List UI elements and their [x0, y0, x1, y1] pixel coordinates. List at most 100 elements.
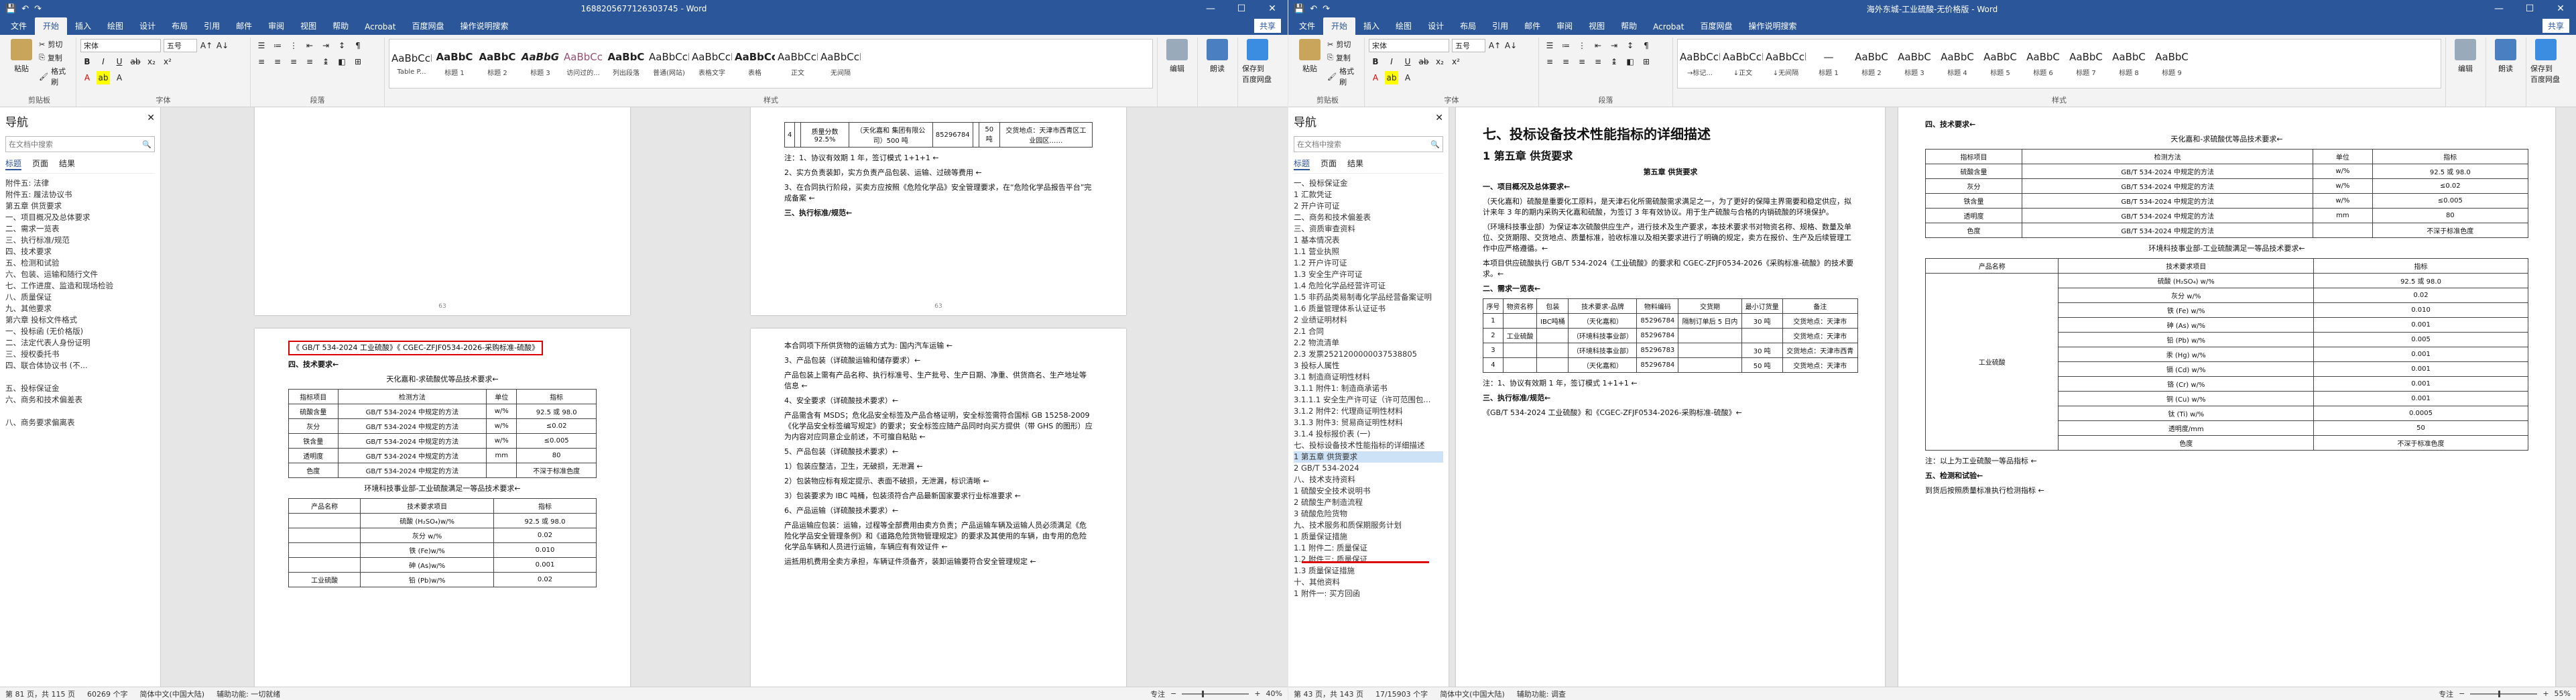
page-count[interactable]: 第 81 页，共 115 页	[5, 689, 75, 699]
multilevel-icon[interactable]: ⋮	[1575, 39, 1589, 52]
tab-layout[interactable]: 布局	[164, 17, 196, 35]
nav-item[interactable]: 3.1.4 投标报价表 (一)	[1294, 428, 1443, 440]
nav-item[interactable]: 2 GB/T 534-2024	[1294, 463, 1443, 474]
minimize-icon[interactable]: —	[1195, 0, 1226, 17]
font-size-combo[interactable]: 五号	[164, 39, 197, 52]
nav-item[interactable]: 2.1 合同	[1294, 326, 1443, 337]
grow-font-icon[interactable]: A↑	[200, 39, 213, 52]
tab-pages[interactable]: 页面	[1321, 158, 1337, 170]
nav-item[interactable]: 十、其他资料	[1294, 577, 1443, 588]
style-item[interactable]: AaBbCc 访问过的...	[562, 41, 604, 86]
grow-font-icon[interactable]: A↑	[1488, 39, 1501, 52]
tab-baidu[interactable]: 百度网盘	[404, 17, 452, 35]
strikethrough-button[interactable]: ab	[1417, 55, 1430, 68]
bullets-icon[interactable]: ☰	[255, 39, 268, 52]
highlight-button[interactable]: ab	[1385, 71, 1398, 84]
tab-headings[interactable]: 标题	[5, 158, 22, 170]
language[interactable]: 简体中文(中国大陆)	[139, 689, 204, 699]
tab-references[interactable]: 引用	[1484, 17, 1516, 35]
nav-item[interactable]: 七、工作进度、监造和现场检验	[5, 280, 155, 292]
nav-item[interactable]: 1 质量保证措施	[1294, 531, 1443, 542]
tab-design[interactable]: 设计	[131, 17, 164, 35]
tell-me-search[interactable]: 操作说明搜索	[1740, 17, 1804, 35]
nav-item[interactable]: 附件五: 履法协议书	[5, 189, 155, 200]
font-name-combo[interactable]: 宋体	[80, 39, 161, 52]
borders-icon[interactable]: ⊞	[351, 55, 365, 68]
tab-results[interactable]: 结果	[59, 158, 75, 170]
style-item[interactable]: AaBbCcl ↓无间隔	[1765, 41, 1806, 86]
nav-item[interactable]: 五、检测和试验	[5, 257, 155, 269]
copy-button[interactable]: ⎘ 复制	[39, 52, 72, 63]
italic-button[interactable]: I	[1385, 55, 1398, 68]
shading-icon[interactable]: ◧	[1623, 55, 1637, 68]
tab-pages[interactable]: 页面	[32, 158, 48, 170]
show-marks-icon[interactable]: ¶	[351, 39, 365, 52]
cut-button[interactable]: ✂ 剪切	[39, 39, 72, 50]
tab-file[interactable]: 文件	[3, 17, 35, 35]
decrease-indent-icon[interactable]: ⇤	[303, 39, 316, 52]
tab-references[interactable]: 引用	[196, 17, 228, 35]
nav-search-input[interactable]: 在文档中搜索 🔍	[5, 136, 155, 152]
increase-indent-icon[interactable]: ⇥	[319, 39, 332, 52]
tab-home[interactable]: 开始	[35, 17, 68, 35]
nav-item[interactable]: 三、资质审查资料	[1294, 223, 1443, 235]
nav-item[interactable]: 二、商务和技术偏差表	[1294, 212, 1443, 223]
style-item[interactable]: AaBbC 标题 9	[2151, 41, 2193, 86]
tab-home[interactable]: 开始	[1323, 17, 1356, 35]
italic-button[interactable]: I	[97, 55, 110, 68]
justify-icon[interactable]: ≡	[303, 55, 316, 68]
style-item[interactable]: AaBbC 列出段落	[605, 41, 647, 86]
style-item[interactable]: AaBbC 标题 3	[1894, 41, 1935, 86]
nav-item[interactable]: 五、投标保证金	[5, 383, 155, 394]
highlight-button[interactable]: ab	[97, 71, 110, 84]
nav-item[interactable]: 2.2 物流清单	[1294, 337, 1443, 349]
share-button[interactable]: 共享	[1253, 19, 1281, 33]
tab-view[interactable]: 视图	[1581, 17, 1613, 35]
nav-item[interactable]: 3.1.3 附件3: 贸易商证明性材料	[1294, 417, 1443, 428]
paste-button[interactable]: 粘贴	[1295, 39, 1325, 90]
save-icon[interactable]: 💾	[5, 4, 16, 14]
format-painter-button[interactable]: 🖌 格式刷	[1327, 66, 1360, 87]
font-name-combo[interactable]: 宋体	[1369, 39, 1449, 52]
focus-button[interactable]: 专注	[1150, 689, 1165, 699]
nav-item[interactable]: 二、法定代表人身份证明	[5, 337, 155, 349]
nav-item[interactable]: 3.1.1 附件1: 制造商承诺书	[1294, 383, 1443, 394]
justify-icon[interactable]: ≡	[1591, 55, 1605, 68]
superscript-button[interactable]: x²	[1449, 55, 1463, 68]
align-center-icon[interactable]: ≡	[271, 55, 284, 68]
underline-button[interactable]: U	[1401, 55, 1414, 68]
close-icon[interactable]: ✕	[1435, 113, 1443, 129]
style-item[interactable]: AaBbCcDdE 正文	[777, 41, 818, 86]
align-left-icon[interactable]: ≡	[255, 55, 268, 68]
nav-item[interactable]: 七、投标设备技术性能指标的详细描述	[1294, 440, 1443, 451]
line-spacing-icon[interactable]: ↨	[319, 55, 332, 68]
share-button[interactable]: 共享	[2542, 19, 2569, 33]
borders-icon[interactable]: ⊞	[1640, 55, 1653, 68]
search-icon[interactable]: 🔍	[1430, 140, 1440, 149]
word-count[interactable]: 60269 个字	[87, 689, 128, 699]
style-item[interactable]: AaBbCcDd →标记...	[1679, 41, 1721, 86]
language[interactable]: 简体中文(中国大陆)	[1440, 689, 1505, 699]
nav-item[interactable]: 1.2 附件三: 质量保证	[1294, 554, 1443, 565]
nav-item[interactable]: 1.5 非药品类易制毒化学品经营备案证明	[1294, 292, 1443, 303]
nav-item[interactable]: 六、商务和技术偏差表	[5, 394, 155, 406]
numbering-icon[interactable]: ≔	[271, 39, 284, 52]
zoom-out-icon[interactable]: −	[1170, 689, 1176, 698]
style-item[interactable]: AaBbC 标题 4	[1937, 41, 1978, 86]
sort-icon[interactable]: ↕	[1623, 39, 1637, 52]
zoom-level[interactable]: 55%	[2555, 689, 2571, 698]
increase-indent-icon[interactable]: ⇥	[1607, 39, 1621, 52]
style-item[interactable]: AaBbC 标题 1	[434, 41, 475, 86]
style-item[interactable]: AaBbCcD 普通(网站)	[648, 41, 690, 86]
tab-mailings[interactable]: 邮件	[228, 17, 260, 35]
nav-item[interactable]: 3.1 制造商证明性材料	[1294, 371, 1443, 383]
tab-insert[interactable]: 插入	[1355, 17, 1388, 35]
sort-icon[interactable]: ↕	[335, 39, 349, 52]
nav-item[interactable]: 3 硫酸危险货物	[1294, 508, 1443, 520]
zoom-out-icon[interactable]: −	[2459, 689, 2465, 698]
style-item[interactable]: AaBbCcI ↓正文	[1722, 41, 1764, 86]
nav-item[interactable]: 3 投标人属性	[1294, 360, 1443, 371]
underline-button[interactable]: U	[113, 55, 126, 68]
align-right-icon[interactable]: ≡	[1575, 55, 1589, 68]
align-center-icon[interactable]: ≡	[1559, 55, 1573, 68]
